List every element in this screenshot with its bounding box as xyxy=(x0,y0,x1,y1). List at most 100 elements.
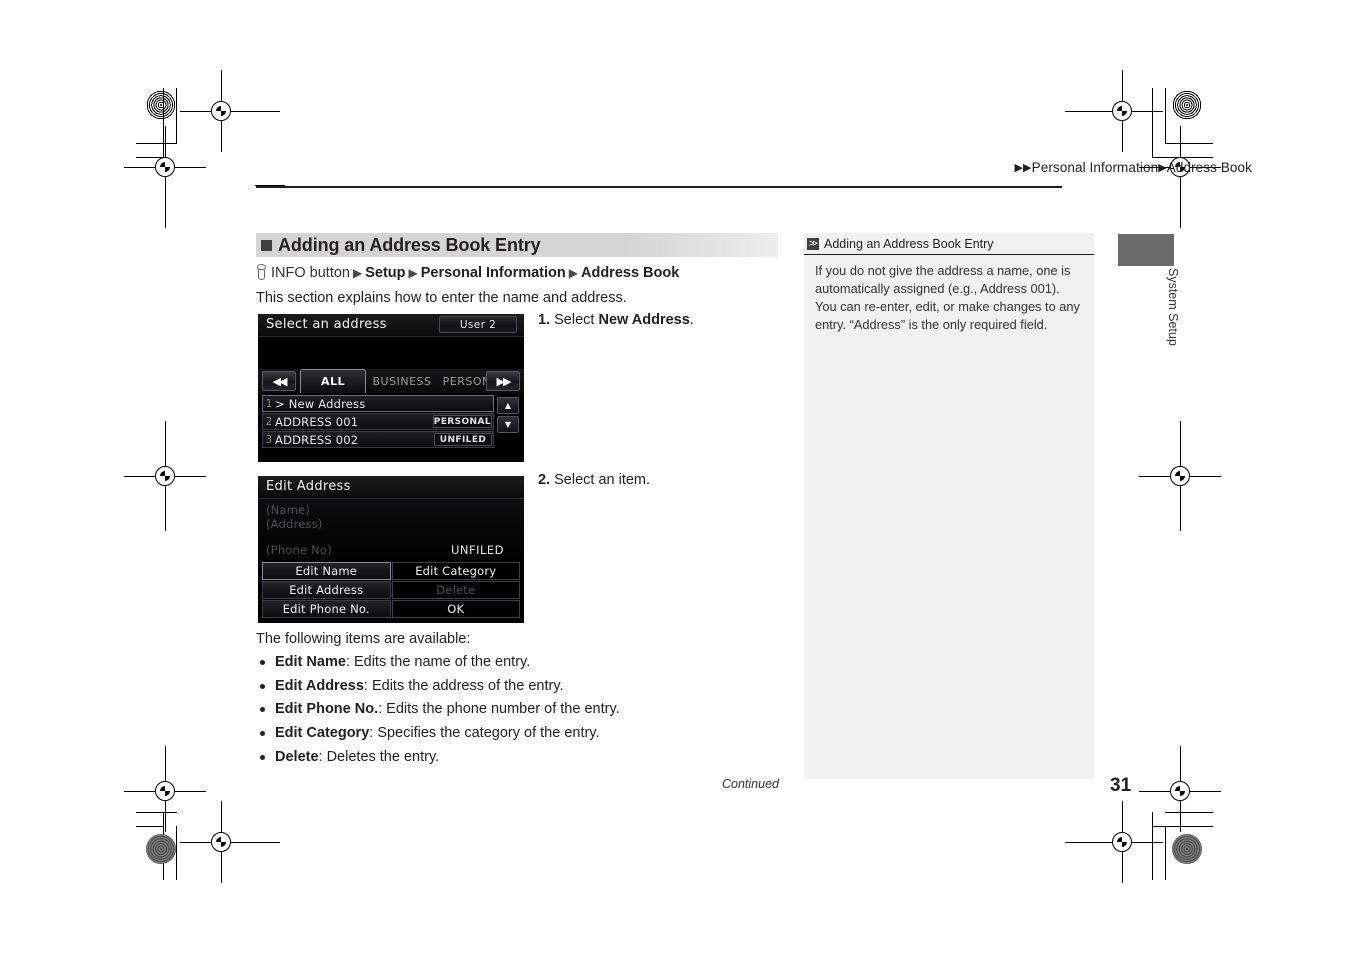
list-item[interactable]: 3 ADDRESS 002 UNFILED xyxy=(262,431,494,448)
section-title-band: Adding an Address Book Entry xyxy=(256,233,778,257)
page-title: Adding an Address Book Entry xyxy=(278,234,541,255)
edit-address-button[interactable]: Edit Address xyxy=(262,581,391,599)
next-page-arrow-icon[interactable]: ▶▶ xyxy=(486,371,520,391)
scroll-up-icon[interactable]: ▲ xyxy=(497,397,519,414)
button-row: Edit Name Edit Category xyxy=(262,562,520,580)
navigation-path: INFO button ▶ Setup ▶ Personal Information ▶ A… xyxy=(256,264,679,281)
available-items-lead: The following items are available: xyxy=(256,631,471,647)
path-step-address-book: Address Book xyxy=(581,265,680,281)
halftone-circle-bottom-left xyxy=(146,834,176,864)
crop-line xyxy=(1165,826,1166,880)
breadcrumb: ▶▶Personal Information▶Address Book xyxy=(1014,160,1252,175)
device2-button-grid: Edit Name Edit Category Edit Address Del… xyxy=(262,562,520,619)
list-item: Edit Name: Edits the name of the entry. xyxy=(256,654,776,670)
device-screenshot-edit-address: Edit Address (Name) (Address) (Phone No)… xyxy=(258,476,524,623)
device1-titlebar: Select an address User 2 xyxy=(258,314,524,337)
header-divider xyxy=(256,186,1062,188)
path-triangle-icon: ▶ xyxy=(408,266,418,280)
field-name-placeholder: (Name) xyxy=(266,503,311,517)
crop-line xyxy=(136,826,164,827)
device2-title: Edit Address xyxy=(266,479,351,494)
side-note-box: ≫ Adding an Address Book Entry If you do… xyxy=(804,233,1094,779)
halftone-circle-top-right xyxy=(1172,90,1202,120)
list-item-number: 3 xyxy=(265,433,273,446)
registration-mark-bottom-left-b xyxy=(180,801,280,883)
item-desc: : Edits the name of the entry. xyxy=(345,654,531,670)
device-screenshot-select-an-address: Select an address User 2 ◀◀ ALL BUSINESS… xyxy=(258,314,524,462)
tab-all[interactable]: ALL xyxy=(300,369,366,393)
page-number: 31 xyxy=(1110,775,1132,796)
crop-line xyxy=(136,812,177,813)
path-triangle-icon: ▶ xyxy=(568,266,578,280)
crop-line xyxy=(1165,143,1213,144)
list-item-number: 1 xyxy=(265,397,273,410)
edit-category-button[interactable]: Edit Category xyxy=(391,562,520,580)
step-2-callout: 2. Select an item. xyxy=(538,472,650,488)
crop-line xyxy=(1152,826,1213,827)
continued-label: Continued xyxy=(722,777,779,791)
item-desc: : Edits the phone number of the entry. xyxy=(378,701,620,718)
available-items-section: The following items are available: Edit … xyxy=(256,631,776,773)
halftone-circle-bottom-right xyxy=(1172,834,1202,864)
field-category-value: UNFILED xyxy=(450,543,504,557)
list-item: Edit Address: Edits the address of the e… xyxy=(256,678,776,694)
step-1-number: 1. xyxy=(538,312,551,328)
crop-line xyxy=(176,826,177,880)
step-2-number: 2. xyxy=(538,472,551,488)
registration-mark-bottom-left-a xyxy=(124,746,206,832)
crop-line xyxy=(176,88,177,144)
list-item-category-badge: PERSONAL xyxy=(432,415,492,428)
device2-titlebar: Edit Address xyxy=(258,476,524,499)
chapter-tab-marker xyxy=(1118,234,1174,266)
device1-tab-strip: ◀◀ ALL BUSINESS PERSONAL ▶▶ xyxy=(258,369,524,393)
item-desc: : Specifies the category of the entry. xyxy=(369,725,600,742)
intro-paragraph: This section explains how to enter the n… xyxy=(256,290,627,306)
scroll-down-icon[interactable]: ▼ xyxy=(497,416,519,433)
chapter-tab-label: System Setup xyxy=(1166,268,1180,346)
crop-line xyxy=(1165,812,1213,813)
step-1-suffix: . xyxy=(689,312,694,328)
button-row: Edit Phone No. OK xyxy=(262,600,520,618)
field-phone-placeholder: (Phone No) xyxy=(266,543,332,557)
list-scroll-controls: ▲ ▼ xyxy=(497,397,519,435)
registration-mark-top-left-a xyxy=(180,70,280,152)
item-term: Edit Phone No. xyxy=(275,701,379,718)
ok-button[interactable]: OK xyxy=(391,600,520,618)
list-item: Edit Category: Specifies the category of… xyxy=(256,725,776,741)
list-item[interactable]: 2 ADDRESS 001 PERSONAL xyxy=(262,413,494,430)
path-step-setup: Setup xyxy=(365,265,406,281)
delete-button: Delete xyxy=(391,581,520,599)
prev-page-arrow-icon[interactable]: ◀◀ xyxy=(262,371,296,391)
registration-mark-mid-left xyxy=(124,421,206,531)
crop-line xyxy=(1152,88,1153,158)
item-term: Edit Category xyxy=(275,725,370,742)
tab-business[interactable]: BUSINESS xyxy=(366,369,438,393)
list-item[interactable]: 1 > New Address xyxy=(262,395,494,412)
halftone-circle-top-left xyxy=(146,90,176,120)
item-term: Edit Name xyxy=(275,654,346,670)
registration-mark-mid-right xyxy=(1139,421,1221,531)
list-item-label: ADDRESS 001 xyxy=(275,414,359,429)
address-list: 1 > New Address 2 ADDRESS 001 PERSONAL 3… xyxy=(262,395,494,449)
crop-line xyxy=(1165,88,1166,144)
list-item: Edit Phone No.: Edits the phone number o… xyxy=(256,701,776,717)
user-button[interactable]: User 2 xyxy=(439,316,517,333)
step-1-prefix: Select xyxy=(554,312,599,328)
registration-mark-bottom-right-a xyxy=(1139,746,1221,832)
list-item-label: > New Address xyxy=(275,396,366,411)
edit-name-button[interactable]: Edit Name xyxy=(262,562,391,580)
path-triangle-icon: ▶ xyxy=(352,266,363,280)
device1-title: Select an address xyxy=(266,317,387,332)
registration-mark-bottom-right-b xyxy=(1065,801,1163,883)
edit-phone-no-button[interactable]: Edit Phone No. xyxy=(262,600,391,618)
side-note-title: Adding an Address Book Entry xyxy=(824,236,994,251)
field-address-placeholder: (Address) xyxy=(266,517,323,531)
side-note-body: If you do not give the address a name, o… xyxy=(815,263,1080,333)
device2-field-area: (Name) (Address) (Phone No) UNFILED xyxy=(258,499,524,562)
list-item-number: 2 xyxy=(265,415,273,428)
item-desc: : Deletes the entry. xyxy=(318,748,440,765)
list-item-category-badge: UNFILED xyxy=(434,433,492,446)
item-desc: : Edits the address of the entry. xyxy=(363,677,564,694)
path-step-personal-information: Personal Information xyxy=(420,265,566,281)
info-button-label: INFO button xyxy=(271,265,350,281)
